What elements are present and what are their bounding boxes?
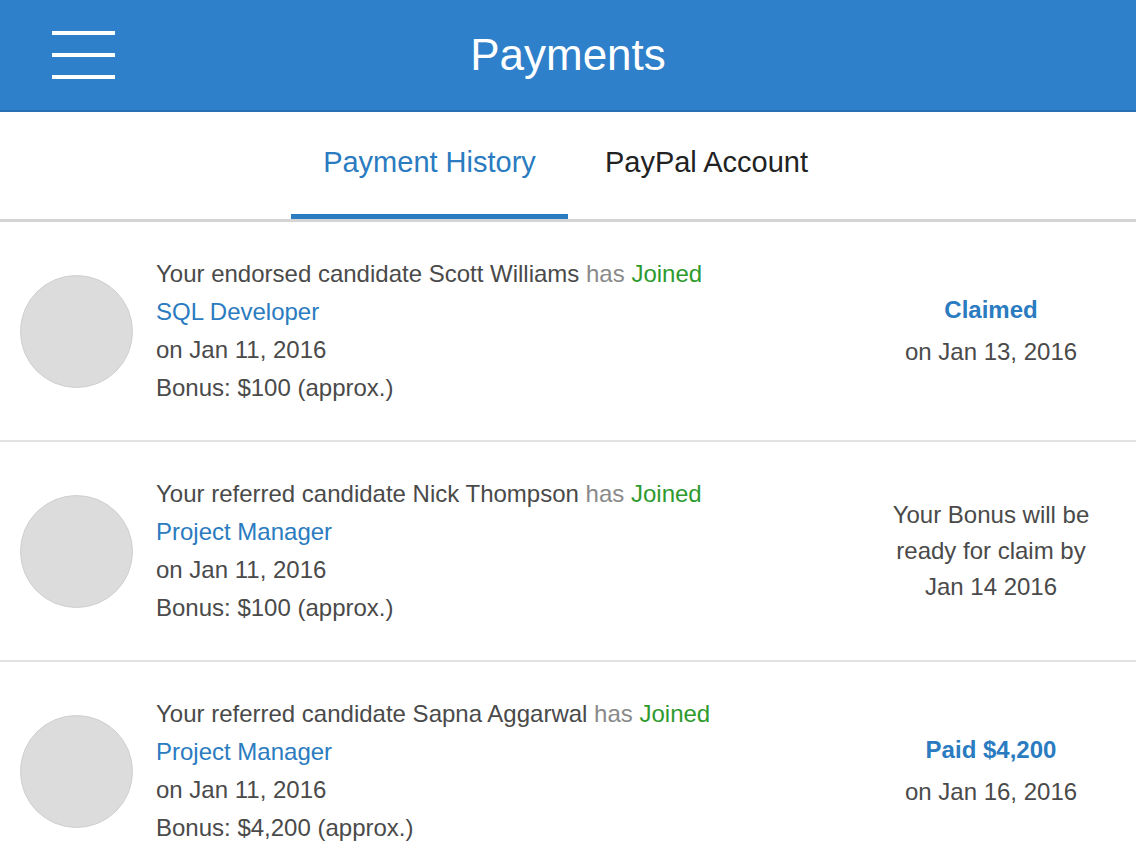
position-link[interactable]: Project Manager (156, 733, 866, 771)
payment-details: Your referred candidate Sapna Aggarwal h… (156, 675, 866, 852)
result-line: on Jan 13, 2016 (866, 334, 1116, 370)
join-date: on Jan 11, 2016 (156, 551, 866, 589)
payment-list: Your endorsed candidate Scott Williams h… (0, 222, 1136, 852)
header-bar: Payments (0, 0, 1136, 112)
payment-message: Your referred candidate Sapna Aggarwal h… (156, 695, 866, 733)
payment-message: Your endorsed candidate Scott Williams h… (156, 255, 866, 293)
result-title: Claimed (866, 292, 1116, 328)
join-date: on Jan 11, 2016 (156, 331, 866, 369)
join-date: on Jan 11, 2016 (156, 771, 866, 809)
position-link[interactable]: SQL Developer (156, 293, 866, 331)
result-line: Your Bonus will be (866, 497, 1116, 533)
bonus-amount: Bonus: $4,200 (approx.) (156, 809, 866, 847)
candidate-avatar (20, 495, 133, 608)
payment-row[interactable]: Your endorsed candidate Scott Williams h… (0, 222, 1136, 442)
status-label: Joined (631, 260, 702, 287)
tab[interactable]: PayPal Account (568, 112, 845, 219)
payment-message: Your referred candidate Nick Thompson ha… (156, 475, 866, 513)
payments-screen: Payments Payment HistoryPayPal Account You… (0, 0, 1136, 852)
payment-row[interactable]: Your referred candidate Sapna Aggarwal h… (0, 662, 1136, 852)
payment-details: Your endorsed candidate Scott Williams h… (156, 235, 866, 427)
payment-result: Your Bonus will beready for claim byJan … (866, 497, 1116, 605)
candidate-avatar (20, 275, 133, 388)
status-label: Joined (631, 480, 702, 507)
payment-row[interactable]: Your referred candidate Nick Thompson ha… (0, 442, 1136, 662)
bonus-amount: Bonus: $100 (approx.) (156, 369, 866, 407)
result-title: Paid $4,200 (866, 732, 1116, 768)
position-link[interactable]: Project Manager (156, 513, 866, 551)
payment-details: Your referred candidate Nick Thompson ha… (156, 455, 866, 647)
menu-icon[interactable] (52, 31, 115, 79)
tab-bar: Payment HistoryPayPal Account (0, 112, 1136, 222)
bonus-amount: Bonus: $100 (approx.) (156, 589, 866, 627)
status-label: Joined (639, 700, 710, 727)
candidate-avatar (20, 715, 133, 828)
payment-result: Paid $4,200 on Jan 16, 2016 (866, 732, 1116, 810)
result-line: on Jan 16, 2016 (866, 774, 1116, 810)
header-title: Payments (167, 22, 969, 88)
result-line: Jan 14 2016 (866, 569, 1116, 605)
payment-result: Claimed on Jan 13, 2016 (866, 292, 1116, 370)
tab[interactable]: Payment History (291, 112, 568, 219)
result-line: ready for claim by (866, 533, 1116, 569)
